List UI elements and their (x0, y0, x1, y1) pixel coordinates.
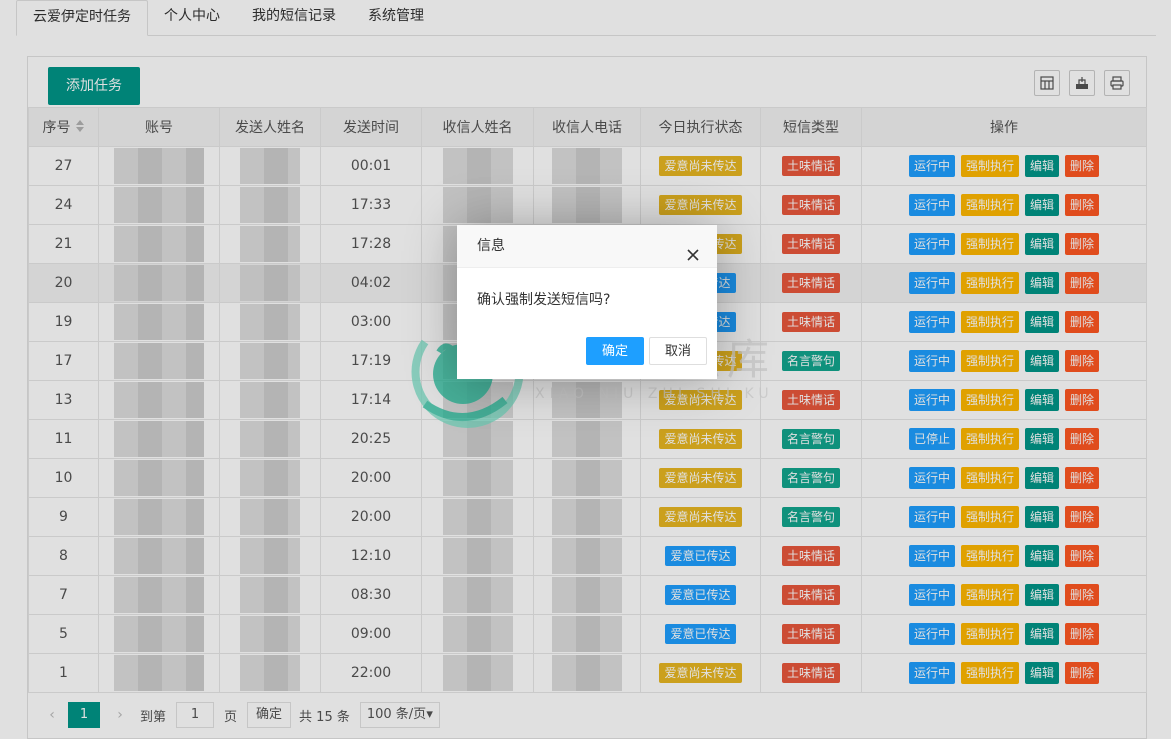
dialog-cancel-button[interactable]: 取消 (648, 337, 707, 365)
dialog-confirm-button[interactable]: 确定 (585, 337, 644, 365)
dialog-buttons: 确定 取消 (585, 337, 707, 365)
dialog-title-bar: 信息 (457, 225, 717, 268)
dialog-message: 确认强制发送短信吗? (477, 292, 611, 308)
dialog-title: 信息 (477, 238, 505, 254)
close-icon[interactable] (685, 238, 701, 261)
confirm-dialog: 信息 确认强制发送短信吗? 确定 取消 (457, 225, 717, 379)
